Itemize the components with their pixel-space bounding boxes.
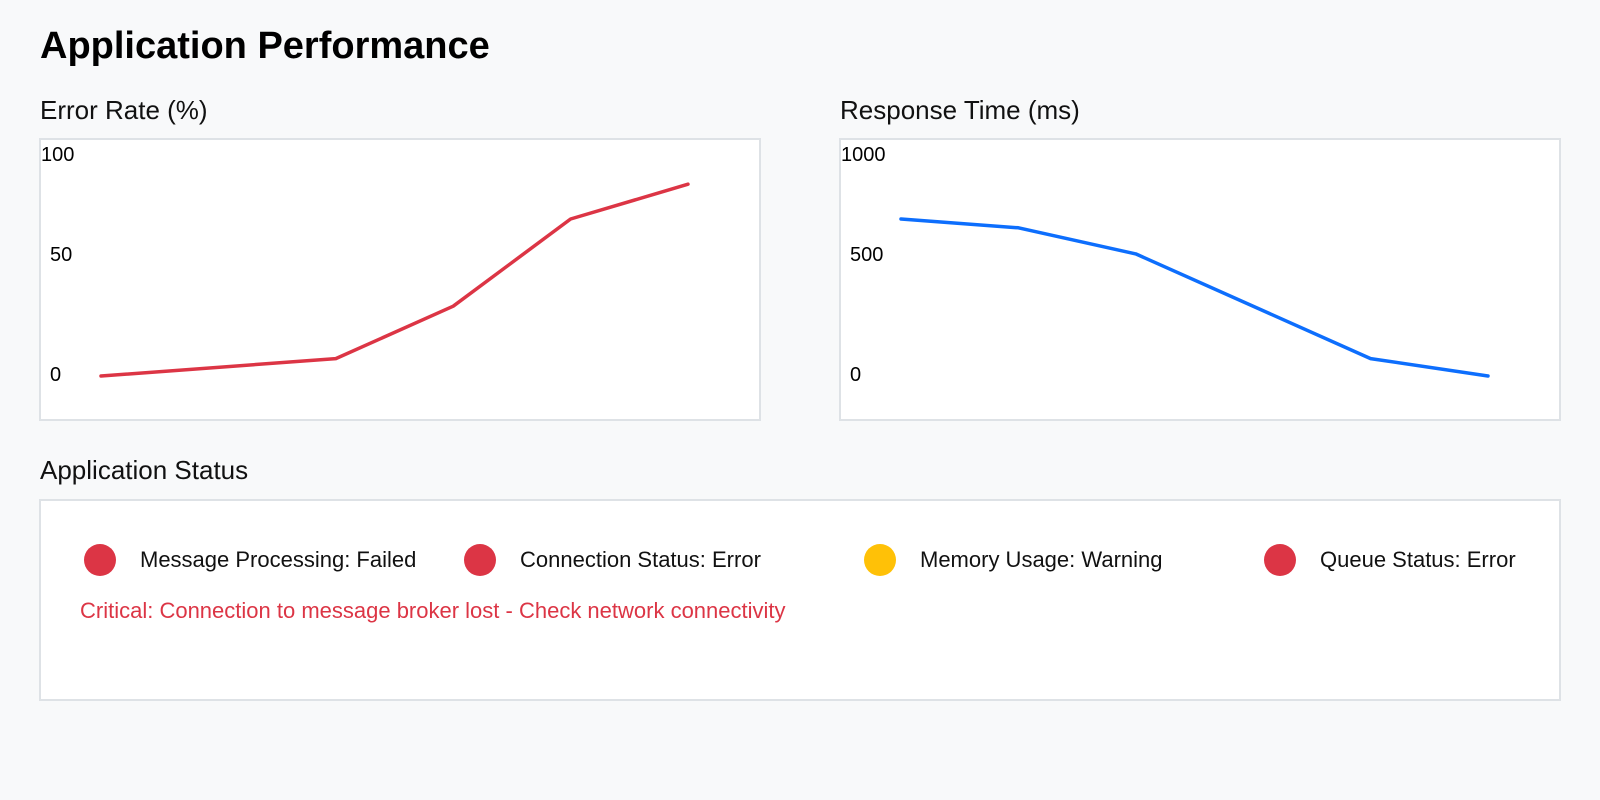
status-item-connection-status: Connection Status: Error — [464, 543, 761, 577]
response-time-points — [900, 218, 1489, 377]
error-rate-chart-panel: 100 50 0 — [39, 138, 761, 421]
response-time-line — [899, 217, 1490, 378]
status-list: Message Processing: Failed Connection St… — [41, 501, 1559, 699]
y-tick-label: 100 — [41, 144, 74, 166]
error-rate-points — [100, 184, 689, 377]
response-time-chart: 1000 500 0 — [841, 144, 1490, 386]
status-dot-error-icon — [1264, 544, 1296, 576]
status-dot-error-icon — [464, 544, 496, 576]
y-tick-label: 0 — [850, 364, 861, 386]
y-tick-label: 500 — [850, 244, 883, 266]
status-item-label: Memory Usage: Warning — [920, 547, 1163, 572]
error-rate-line — [99, 182, 690, 378]
status-item-message-processing: Message Processing: Failed — [84, 543, 416, 577]
response-time-chart-panel: 1000 500 0 — [839, 138, 1561, 421]
status-section-title: Application Status — [40, 455, 249, 485]
critical-alert-message: Critical: Connection to message broker l… — [80, 598, 786, 623]
y-tick-label: 1000 — [841, 144, 886, 166]
status-dot-error-icon — [84, 544, 116, 576]
status-item-label: Connection Status: Error — [520, 547, 761, 572]
page-title: Application Performance — [40, 25, 490, 67]
y-tick-label: 50 — [50, 244, 72, 266]
status-item-label: Queue Status: Error — [1320, 547, 1516, 572]
status-item-memory-usage: Memory Usage: Warning — [864, 543, 1162, 577]
error-rate-chart-title: Error Rate (%) — [40, 95, 208, 125]
error-rate-chart: 100 50 0 — [41, 144, 690, 386]
status-item-label: Message Processing: Failed — [140, 547, 417, 572]
status-dot-warning-icon — [864, 544, 896, 576]
status-item-queue-status: Queue Status: Error — [1264, 543, 1516, 577]
y-tick-label: 0 — [50, 364, 61, 386]
response-time-chart-title: Response Time (ms) — [840, 95, 1080, 125]
status-panel: Message Processing: Failed Connection St… — [39, 499, 1561, 701]
